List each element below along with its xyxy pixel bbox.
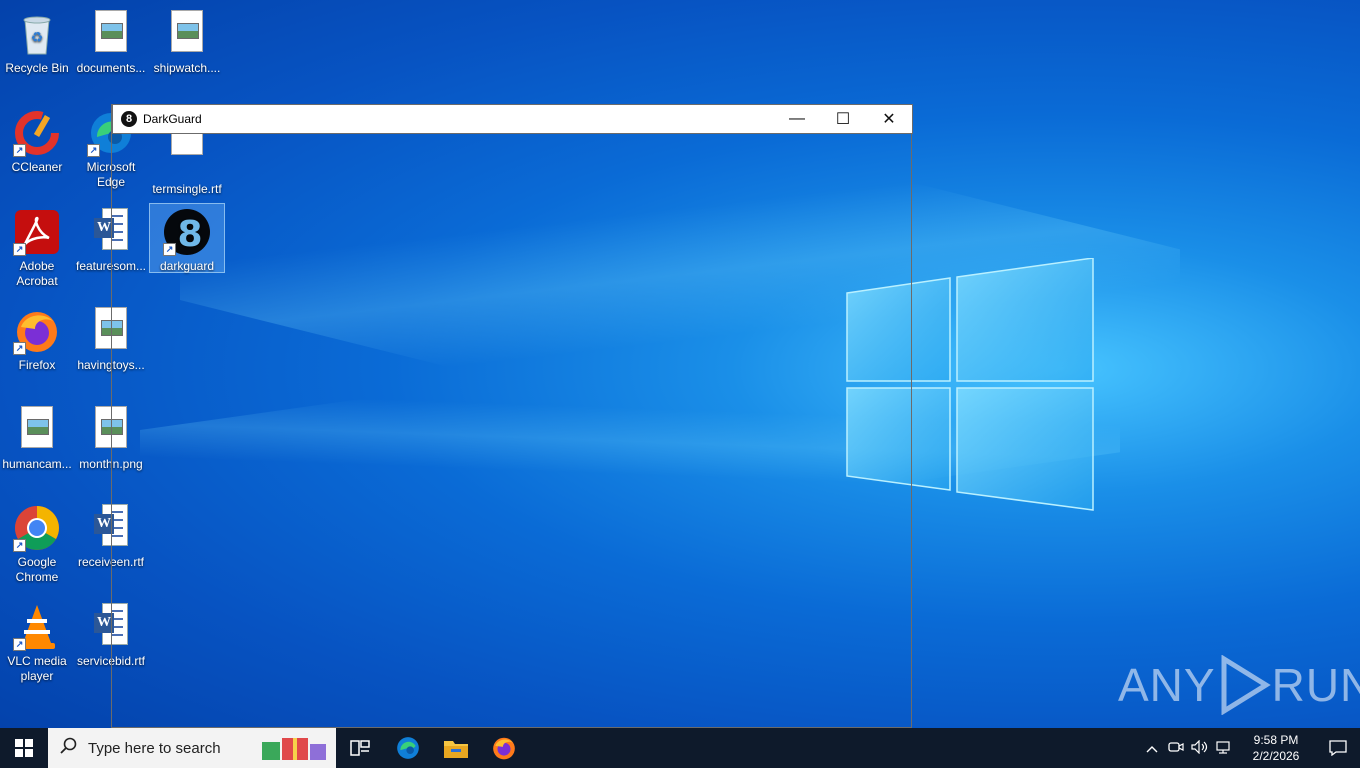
taskbar-file-explorer-button[interactable] bbox=[432, 728, 480, 768]
desktop-icon-label: Firefox bbox=[18, 358, 56, 372]
watermark-left: ANY bbox=[1118, 659, 1216, 711]
desktop-icon-ccleaner[interactable]: ↗ CCleaner bbox=[0, 105, 74, 175]
ccleaner-icon: ↗ bbox=[13, 109, 61, 157]
desktop-icon-label: VLC media player bbox=[7, 654, 67, 683]
window-titlebar[interactable]: 8 DarkGuard — ☐ ✕ bbox=[112, 104, 913, 134]
desktop-icon-google-chrome[interactable]: ↗ Google Chrome bbox=[0, 500, 74, 585]
task-view-icon bbox=[350, 740, 370, 756]
notification-icon bbox=[1329, 740, 1347, 756]
image-file-icon bbox=[163, 10, 211, 58]
desktop-icon-label: documents... bbox=[76, 61, 146, 75]
desktop-icon-label: Recycle Bin bbox=[5, 61, 69, 75]
start-button[interactable] bbox=[0, 728, 48, 768]
taskbar-firefox-button[interactable] bbox=[480, 728, 528, 768]
task-view-button[interactable] bbox=[336, 728, 384, 768]
svg-text:♻: ♻ bbox=[31, 29, 44, 45]
taskbar-clock[interactable]: 9:58 PM 2/2/2026 bbox=[1236, 732, 1316, 764]
chevron-up-icon[interactable] bbox=[1140, 741, 1164, 756]
network-icon[interactable] bbox=[1212, 740, 1236, 757]
darkguard-app-icon: 8 bbox=[121, 111, 137, 127]
search-placeholder: Type here to search bbox=[88, 739, 221, 757]
shortcut-arrow-icon: ↗ bbox=[13, 342, 26, 355]
minimize-button[interactable]: — bbox=[774, 105, 820, 134]
vlc-cone-icon: ↗ bbox=[13, 603, 61, 651]
acrobat-icon: ↗ bbox=[13, 208, 61, 256]
desktop-icon-recycle-bin[interactable]: ♻ Recycle Bin bbox=[0, 6, 74, 76]
watermark-right: RUN bbox=[1271, 659, 1360, 711]
desktop-icon-vlc[interactable]: ↗ VLC media player bbox=[0, 599, 74, 684]
play-triangle-icon bbox=[1221, 655, 1271, 715]
edge-icon bbox=[397, 737, 419, 759]
desktop-icon-label: shipwatch.... bbox=[153, 61, 221, 75]
search-icon bbox=[60, 737, 80, 760]
meet-now-icon[interactable] bbox=[1164, 740, 1188, 757]
recycle-bin-icon: ♻ bbox=[13, 10, 61, 58]
gift-boxes-icon bbox=[262, 738, 326, 760]
shortcut-arrow-icon: ↗ bbox=[13, 243, 26, 256]
folder-icon bbox=[444, 741, 468, 758]
taskbar: Type here to search 9:58 PM 2/2/2026 bbox=[0, 728, 1360, 768]
firefox-icon bbox=[493, 737, 515, 760]
shortcut-arrow-icon: ↗ bbox=[13, 638, 26, 651]
system-tray: 9:58 PM 2/2/2026 bbox=[1140, 728, 1360, 768]
desktop-icon-firefox[interactable]: ↗ Firefox bbox=[0, 303, 74, 373]
desktop-icon-label: humancam... bbox=[2, 457, 72, 471]
desktop-icon-label: CCleaner bbox=[11, 160, 63, 174]
window-title: DarkGuard bbox=[143, 112, 202, 126]
desktop-icon-documents[interactable]: documents... bbox=[74, 6, 148, 76]
desktop-icon-shipwatch[interactable]: shipwatch.... bbox=[150, 6, 224, 76]
volume-icon[interactable] bbox=[1188, 739, 1212, 757]
image-file-icon bbox=[87, 10, 135, 58]
desktop-icon-adobe-acrobat[interactable]: ↗ Adobe Acrobat bbox=[0, 204, 74, 289]
windows-start-icon bbox=[15, 739, 33, 757]
clock-date: 2/2/2026 bbox=[1252, 749, 1300, 763]
chrome-icon: ↗ bbox=[13, 504, 61, 552]
desktop-icon-humancam[interactable]: humancam... bbox=[0, 402, 74, 472]
firefox-icon: ↗ bbox=[13, 307, 61, 355]
taskbar-search-box[interactable]: Type here to search bbox=[48, 728, 336, 768]
clock-time: 9:58 PM bbox=[1253, 733, 1299, 747]
maximize-button[interactable]: ☐ bbox=[820, 105, 866, 134]
shortcut-arrow-icon: ↗ bbox=[87, 144, 100, 157]
taskbar-edge-button[interactable] bbox=[384, 728, 432, 768]
image-file-icon bbox=[13, 406, 61, 454]
desktop-icon-label: Adobe Acrobat bbox=[16, 259, 58, 288]
desktop-icon-label: Google Chrome bbox=[15, 555, 59, 584]
action-center-button[interactable] bbox=[1316, 728, 1360, 768]
shortcut-arrow-icon: ↗ bbox=[13, 144, 26, 157]
darkguard-window[interactable]: 8 DarkGuard — ☐ ✕ bbox=[111, 104, 913, 728]
shortcut-arrow-icon: ↗ bbox=[13, 539, 26, 552]
anyrun-watermark: ANY RUN bbox=[1118, 655, 1360, 715]
close-button[interactable]: ✕ bbox=[866, 105, 912, 134]
